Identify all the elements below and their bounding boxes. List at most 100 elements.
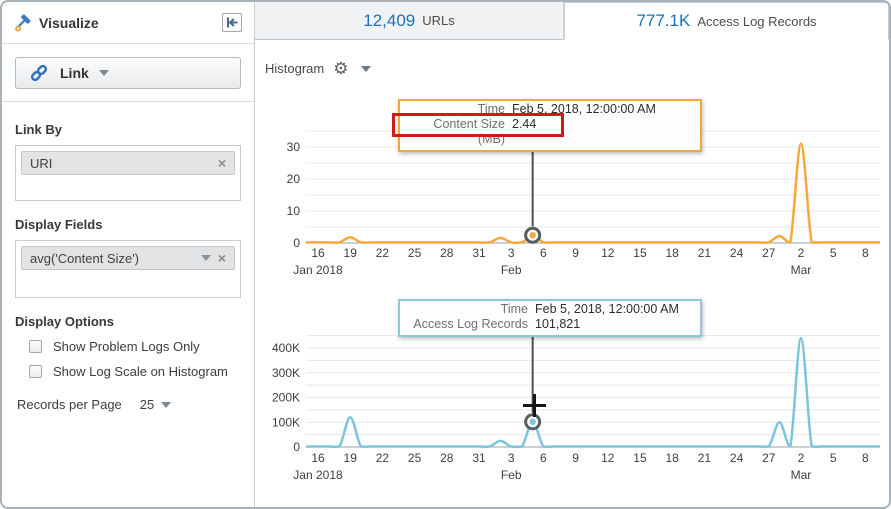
- histogram-dropdown-caret-icon[interactable]: [360, 65, 371, 72]
- x-tick-label: 2: [798, 246, 805, 260]
- remove-chip-icon[interactable]: ×: [218, 156, 226, 170]
- panel-title: Visualize: [39, 14, 99, 31]
- link-by-field-box[interactable]: URI ×: [15, 145, 241, 201]
- selected-point-dot: [529, 418, 536, 425]
- y-tick-label: 300K: [272, 366, 300, 380]
- tooltip-value: Feb 5, 2018, 12:00:00 AM: [535, 302, 679, 316]
- access-log-records-tooltip: Time Feb 5, 2018, 12:00:00 AM Access Log…: [398, 299, 702, 337]
- histogram-settings-gear-icon[interactable]: ⚙: [333, 60, 348, 77]
- option-row: Show Problem Logs Only: [29, 339, 241, 354]
- y-tick-label: 100K: [272, 415, 300, 429]
- records-per-page-caret-icon[interactable]: [161, 401, 172, 408]
- tooltip-value: 101,821: [535, 317, 581, 331]
- visualize-window: Visualize Link Link By URI × Display Fie…: [0, 0, 891, 509]
- tooltip-label: Access Log Records: [413, 317, 528, 331]
- x-tick-label: 27: [762, 451, 776, 465]
- records-per-page-label: Records per Page: [17, 397, 122, 412]
- x-tick-label: 3: [508, 246, 515, 260]
- view-type-label: Histogram: [265, 61, 325, 76]
- x-tick-label: 31: [472, 246, 486, 260]
- x-tick-label: 12: [601, 246, 615, 260]
- x-month-label: Mar: [791, 263, 812, 277]
- tab-label: Access Log Records: [697, 13, 817, 29]
- sidebar-header: Visualize: [2, 2, 254, 44]
- x-tick-label: 28: [440, 246, 454, 260]
- x-tick-label: 16: [311, 451, 325, 465]
- x-tick-label: 6: [540, 246, 547, 260]
- x-tick-label: 16: [311, 246, 325, 260]
- tooltip-row: Time Feb 5, 2018, 12:00:00 AM: [400, 302, 700, 317]
- x-month-label: Jan 2018: [293, 468, 343, 482]
- visualize-hammer-icon: [15, 13, 31, 32]
- x-month-label: Feb: [501, 263, 522, 277]
- x-tick-label: 18: [666, 451, 680, 465]
- remove-chip-icon[interactable]: ×: [218, 251, 226, 265]
- sidebar-body: Link By URI × Display Fields avg('Conten…: [2, 102, 254, 422]
- y-tick-label: 20: [287, 172, 301, 186]
- link-button-label: Link: [60, 65, 89, 81]
- display-fields-box[interactable]: avg('Content Size') ×: [15, 240, 241, 298]
- x-tick-label: 27: [762, 246, 776, 260]
- link-chain-icon: [30, 64, 48, 82]
- x-tick-label: 25: [408, 246, 422, 260]
- checkbox-label: Show Log Scale on Histogram: [53, 364, 228, 379]
- chip-text: avg('Content Size'): [30, 250, 140, 266]
- y-tick-label: 400K: [272, 341, 300, 355]
- x-month-label: Jan 2018: [293, 263, 343, 277]
- checkbox-label: Show Problem Logs Only: [53, 339, 200, 354]
- y-tick-label: 30: [287, 140, 301, 154]
- x-tick-label: 19: [344, 246, 358, 260]
- display-fields-label: Display Fields: [15, 217, 103, 232]
- series-line: [305, 336, 880, 449]
- link-dropdown-button[interactable]: Link: [15, 57, 241, 89]
- collapse-arrow-icon: [227, 17, 238, 28]
- link-button-row: Link: [2, 44, 254, 102]
- x-tick-label: 22: [376, 451, 390, 465]
- y-tick-label: 200K: [272, 391, 300, 405]
- x-tick-label: 8: [862, 246, 869, 260]
- tab-count: 12,409: [363, 10, 416, 30]
- y-tick-label: 0: [293, 440, 300, 454]
- display-options-label: Display Options: [15, 314, 114, 329]
- series-line: [306, 142, 880, 245]
- link-caret-icon: [98, 70, 109, 76]
- chip-text: URI: [30, 155, 53, 171]
- chip-dropdown-caret-icon[interactable]: [200, 255, 211, 261]
- visualize-sidebar: Visualize Link Link By URI × Display Fie…: [2, 2, 255, 507]
- x-tick-label: 9: [572, 451, 579, 465]
- records-per-page-value[interactable]: 25: [140, 397, 154, 412]
- x-month-label: Feb: [501, 468, 522, 482]
- tooltip-label: Time: [500, 302, 528, 316]
- x-tick-label: 25: [408, 451, 422, 465]
- x-tick-label: 18: [666, 246, 680, 260]
- collapse-panel-button[interactable]: [222, 13, 242, 32]
- selected-point-dot: [529, 231, 536, 239]
- tab-count: 777.1K: [636, 11, 691, 30]
- option-row: Show Log Scale on Histogram: [29, 364, 241, 379]
- tab-bar: 12,409 URLs 777.1K Access Log Records: [255, 2, 889, 40]
- checkbox-show-log-scale[interactable]: [29, 365, 42, 378]
- red-annotation-highlight-box: [392, 113, 564, 137]
- link-by-chip[interactable]: URI ×: [21, 151, 235, 175]
- x-month-label: Mar: [791, 468, 812, 482]
- tab-label: URLs: [422, 13, 455, 28]
- display-field-chip[interactable]: avg('Content Size') ×: [21, 246, 235, 270]
- tab-access-log-records[interactable]: 777.1K Access Log Records: [564, 2, 889, 40]
- x-tick-label: 3: [508, 451, 515, 465]
- x-tick-label: 9: [572, 246, 579, 260]
- y-tick-label: 10: [287, 204, 301, 218]
- x-tick-label: 6: [540, 451, 547, 465]
- x-tick-label: 19: [344, 451, 358, 465]
- x-tick-label: 22: [376, 246, 390, 260]
- tab-urls[interactable]: 12,409 URLs: [255, 2, 564, 39]
- x-tick-label: 21: [698, 451, 712, 465]
- x-tick-label: 5: [830, 451, 837, 465]
- x-tick-label: 2: [798, 451, 805, 465]
- tooltip-row: Access Log Records 101,821: [400, 317, 700, 332]
- checkbox-show-problem-logs[interactable]: [29, 340, 42, 353]
- records-per-page-row: Records per Page 25: [17, 397, 241, 412]
- x-tick-label: 15: [633, 451, 647, 465]
- x-tick-label: 8: [862, 451, 869, 465]
- x-tick-label: 21: [698, 246, 712, 260]
- x-tick-label: 24: [730, 451, 744, 465]
